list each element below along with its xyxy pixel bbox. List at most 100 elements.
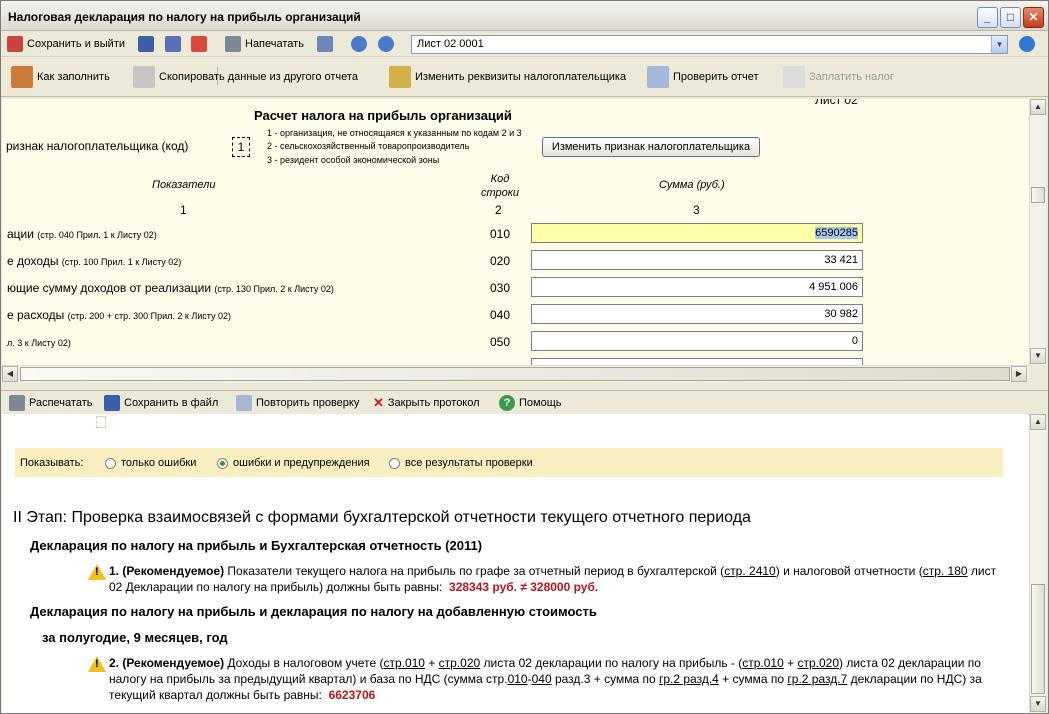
change-requisites-button[interactable]: Изменить реквизиты налогоплательщика: [389, 66, 626, 88]
scroll-thumb[interactable]: [20, 367, 1010, 381]
close-protocol-label: Закрыть протокол: [387, 397, 480, 409]
print-label: Напечатать: [245, 38, 304, 50]
filter-errors-only[interactable]: только ошибки: [105, 457, 196, 469]
print-button[interactable]: Напечатать: [225, 36, 304, 52]
help-book-icon: [11, 66, 33, 88]
sheet-select[interactable]: Лист 02 0001 ▼: [411, 35, 1008, 54]
report-print-label: Распечатать: [29, 397, 93, 409]
title-bar: Налоговая декларация по налогу на прибыл…: [1, 1, 1048, 31]
repeat-check-button[interactable]: Повторить проверку: [236, 395, 359, 411]
zoom-out-button[interactable]: [378, 36, 394, 52]
filter-all-results[interactable]: все результаты проверки: [389, 457, 533, 469]
link-str-010[interactable]: стр.010: [383, 656, 425, 670]
check-report-label: Проверить отчет: [673, 71, 759, 83]
report-vertical-scrollbar[interactable]: ▲ ▼: [1029, 414, 1046, 713]
scroll-down-icon[interactable]: ▼: [1030, 696, 1046, 712]
scroll-thumb[interactable]: [1031, 187, 1045, 203]
col-sum: Сумма (руб.): [659, 179, 725, 191]
col-num-3: 3: [693, 203, 700, 217]
scroll-up-icon[interactable]: ▲: [1030, 414, 1046, 430]
report-toolbar: Распечатать Сохранить в файл Повторить п…: [1, 390, 1048, 414]
row-value-input[interactable]: 4 951 006: [531, 277, 863, 297]
minimize-button[interactable]: _: [977, 7, 998, 28]
printer-icon: [225, 36, 241, 52]
sign-option-3: 3 - резидент особой экономической зоны: [267, 155, 440, 165]
form-title: Расчет налога на прибыль организаций: [254, 108, 512, 123]
link-gr2-razd7[interactable]: гр.2 разд.7: [787, 672, 847, 686]
refresh-button[interactable]: [1019, 36, 1035, 52]
filter-option-label: только ошибки: [121, 457, 197, 469]
scroll-down-icon[interactable]: ▼: [1030, 348, 1046, 364]
filter-option-label: ошибки и предупреждения: [233, 457, 370, 469]
link-gr2-razd4[interactable]: гр.2 разд.4: [659, 672, 719, 686]
help-label: Помощь: [519, 397, 562, 409]
zoom-in-button[interactable]: [351, 36, 367, 52]
row-value-input[interactable]: 30 982: [531, 304, 863, 324]
save-button[interactable]: [138, 36, 154, 52]
row-value-input[interactable]: [531, 358, 863, 365]
row-value-input[interactable]: 0: [531, 331, 863, 351]
pay-doc-icon: [783, 66, 805, 88]
maximize-button[interactable]: □: [1000, 7, 1021, 28]
section-title-2: Декларация по налогу на прибыль и деклар…: [30, 604, 597, 619]
link-str-010-prev[interactable]: стр.010: [742, 656, 784, 670]
how-to-fill-button[interactable]: Как заполнить: [11, 66, 110, 88]
save-exit-button[interactable]: Сохранить и выйти: [7, 36, 125, 52]
check-report-button[interactable]: Проверить отчет: [647, 66, 759, 88]
section-title-1: Декларация по налогу на прибыль и Бухгал…: [30, 538, 483, 553]
scroll-right-icon[interactable]: ▶: [1011, 366, 1027, 382]
link-010[interactable]: 010: [508, 672, 528, 686]
row-code: 010: [489, 227, 511, 241]
radio-icon: [389, 457, 400, 469]
pay-tax-label: Заплатить налог: [809, 71, 894, 83]
link-str-2410[interactable]: стр. 2410: [724, 564, 776, 578]
link-str-180[interactable]: стр. 180: [923, 564, 968, 578]
taxpayer-sign-field[interactable]: 1: [232, 137, 250, 157]
preview-button[interactable]: [317, 36, 333, 52]
pdf-icon: [191, 36, 207, 52]
close-button[interactable]: ✕: [1023, 7, 1044, 28]
pay-tax-button[interactable]: Заплатить налог: [783, 66, 894, 88]
check-doc-icon: [647, 66, 669, 88]
close-icon: ✕: [373, 395, 384, 410]
save-file-button[interactable]: Сохранить в файл: [104, 395, 218, 411]
recheck-icon: [236, 395, 252, 411]
help-icon: ?: [499, 395, 515, 411]
sheet-label: Лист 02: [815, 99, 858, 107]
scroll-up-icon[interactable]: ▲: [1030, 99, 1046, 115]
close-protocol-button[interactable]: ✕ Закрыть протокол: [373, 395, 480, 411]
chevron-down-icon[interactable]: ▼: [991, 36, 1007, 53]
link-str-020-prev[interactable]: стр.020: [797, 656, 839, 670]
link-040[interactable]: 040: [532, 672, 552, 686]
save-as-button[interactable]: [165, 36, 181, 52]
report-print-button[interactable]: Распечатать: [9, 395, 92, 411]
copy-data-label: Скопировать данные из другого отчета: [159, 71, 358, 83]
help-button[interactable]: ? Помощь: [499, 395, 562, 411]
sign-option-1: 1 - организация, не относящаяся к указан…: [267, 128, 522, 138]
save-exit-icon: [7, 36, 23, 52]
scroll-left-icon[interactable]: ◀: [2, 366, 18, 382]
row-code: 020: [489, 254, 511, 268]
copy-data-button[interactable]: Скопировать данные из другого отчета: [133, 66, 358, 88]
col-num-2: 2: [495, 203, 502, 217]
row-value-input[interactable]: 33 421: [531, 250, 863, 270]
pdf-button[interactable]: [191, 36, 207, 52]
form-vertical-scrollbar[interactable]: ▲ ▼: [1029, 99, 1046, 365]
save-as-icon: [165, 36, 181, 52]
change-sign-button[interactable]: Изменить признак налогоплательщика: [542, 137, 760, 157]
printer-icon: [9, 395, 25, 411]
form-horizontal-scrollbar[interactable]: ◀ ▶: [2, 365, 1029, 382]
link-str-020[interactable]: стр.020: [439, 656, 481, 670]
check-item-2: 2. (Рекомендуемое) Доходы в налоговом уч…: [109, 656, 982, 702]
scroll-thumb[interactable]: [1031, 584, 1045, 694]
col-indicators: Показатели: [152, 179, 216, 191]
edit-doc-icon: [389, 66, 411, 88]
zoom-in-icon: [351, 36, 367, 52]
row-value-input[interactable]: 6590285: [531, 223, 863, 243]
show-label: Показывать:: [20, 457, 84, 469]
col-num-1: 1: [180, 203, 187, 217]
row-label: е доходы (стр. 100 Прил. 1 к Листу 02): [7, 254, 182, 268]
section-subtitle-2: за полугодие, 9 месяцев, год: [42, 630, 228, 645]
radio-selected-icon: [217, 457, 228, 469]
filter-errors-warnings[interactable]: ошибки и предупреждения: [217, 457, 370, 469]
